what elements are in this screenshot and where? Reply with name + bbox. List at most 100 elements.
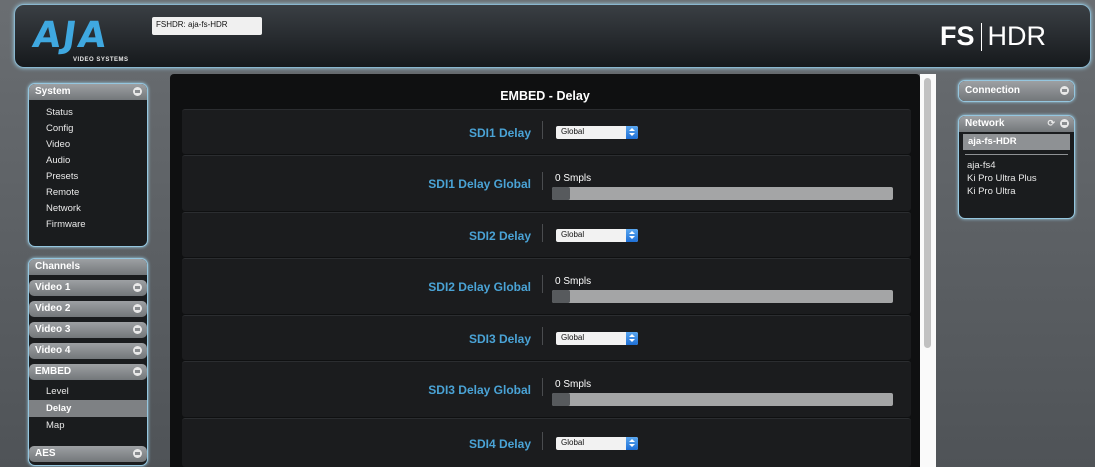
select-arrows-icon[interactable] xyxy=(626,126,638,139)
system-item-video[interactable]: Video xyxy=(29,137,147,153)
slider-thumb[interactable] xyxy=(552,290,570,303)
sdi2-delay-select[interactable]: Global xyxy=(556,229,638,242)
connection-panel-title: Connection xyxy=(965,85,1020,96)
main-scrollbar[interactable] xyxy=(920,74,936,467)
gear-icon[interactable] xyxy=(133,449,142,458)
logo-text: AJA xyxy=(30,15,112,56)
slider-thumb[interactable] xyxy=(552,393,570,406)
system-item-presets[interactable]: Presets xyxy=(29,169,147,185)
channel-label: Video 2 xyxy=(35,303,71,314)
app-window: AJA VIDEO SYSTEMS FSHDR: aja-fs-HDR FS H… xyxy=(0,0,1095,467)
gear-icon[interactable] xyxy=(1060,119,1069,128)
param-label: SDI2 Delay xyxy=(468,229,531,243)
network-device-list: aja-fs4 Ki Pro Ultra Plus Ki Pro Ultra xyxy=(959,155,1074,198)
network-device-item[interactable]: Ki Pro Ultra xyxy=(959,185,1074,198)
sdi3-delay-select[interactable]: Global xyxy=(556,332,638,345)
param-label: SDI3 Delay Global xyxy=(428,383,531,397)
system-item-audio[interactable]: Audio xyxy=(29,153,147,169)
channel-label: Video 1 xyxy=(35,282,71,293)
system-item-firmware[interactable]: Firmware xyxy=(29,217,147,233)
gear-icon[interactable] xyxy=(133,87,142,96)
sdi1-delay-global-slider[interactable] xyxy=(552,187,893,200)
system-panel: System Status Config Video Audio Presets… xyxy=(28,83,148,247)
sdi4-delay-select[interactable]: Global xyxy=(556,437,638,450)
param-row: SDI1 Delay Global xyxy=(182,109,911,154)
slider-thumb[interactable] xyxy=(552,187,570,200)
scrollbar-thumb[interactable] xyxy=(924,78,931,348)
param-label: SDI3 Delay xyxy=(468,332,531,346)
channels-panel-title: Channels xyxy=(35,261,81,272)
slider-value: 0 Smpls xyxy=(555,173,592,184)
gear-icon[interactable] xyxy=(133,367,142,376)
slider-value: 0 Smpls xyxy=(555,276,592,287)
param-row: SDI2 Delay Global xyxy=(182,212,911,257)
divider xyxy=(542,172,543,190)
product-brand: FS HDR xyxy=(940,21,1046,52)
slider-value: 0 Smpls xyxy=(555,379,592,390)
system-panel-title: System xyxy=(35,86,71,97)
param-label: SDI4 Delay xyxy=(468,437,531,451)
channels-panel-header: Channels xyxy=(29,259,147,275)
sdi3-delay-global-slider[interactable] xyxy=(552,393,893,406)
network-panel: Network ⟳ aja-fs-HDR aja-fs4 Ki Pro Ultr… xyxy=(958,115,1075,219)
select-value: Global xyxy=(561,438,585,447)
system-item-remote[interactable]: Remote xyxy=(29,185,147,201)
logo-subtext: VIDEO SYSTEMS xyxy=(73,57,129,63)
channel-label: EMBED xyxy=(35,366,72,377)
channel-video-4[interactable]: Video 4 xyxy=(29,343,147,359)
channel-aes[interactable]: AES xyxy=(29,446,147,462)
param-label: SDI1 Delay xyxy=(468,126,531,140)
divider xyxy=(542,327,543,345)
channel-label: AES xyxy=(35,448,56,459)
gear-icon[interactable] xyxy=(133,325,142,334)
select-value: Global xyxy=(561,127,585,136)
param-row: SDI4 Delay Global xyxy=(182,418,911,467)
sdi2-delay-global-slider[interactable] xyxy=(552,290,893,303)
param-row: SDI2 Delay Global 0 Smpls xyxy=(182,258,911,314)
brand-separator xyxy=(980,22,982,51)
select-arrows-icon[interactable] xyxy=(626,437,638,450)
embed-item-level[interactable]: Level xyxy=(29,383,147,400)
channel-video-3[interactable]: Video 3 xyxy=(29,322,147,338)
channel-video-2[interactable]: Video 2 xyxy=(29,301,147,317)
divider xyxy=(542,224,543,242)
divider xyxy=(542,121,543,139)
network-device-item[interactable]: aja-fs4 xyxy=(959,159,1074,172)
network-panel-title: Network xyxy=(965,118,1005,129)
param-label: SDI1 Delay Global xyxy=(428,177,531,191)
channel-label: Video 3 xyxy=(35,324,71,335)
embed-item-map[interactable]: Map xyxy=(29,417,147,434)
divider xyxy=(542,378,543,396)
divider xyxy=(542,432,543,450)
network-selected-device[interactable]: aja-fs-HDR xyxy=(963,134,1070,150)
main-content: EMBED - Delay SDI1 Delay Global SDI1 Del… xyxy=(170,74,920,467)
brand-hdr: HDR xyxy=(987,21,1047,51)
gear-icon[interactable] xyxy=(133,346,142,355)
embed-submenu: Level Delay Map xyxy=(29,383,147,434)
aja-logo: AJA VIDEO SYSTEMS xyxy=(30,15,153,63)
divider xyxy=(542,275,543,293)
gear-icon[interactable] xyxy=(1060,86,1069,95)
channel-label: Video 4 xyxy=(35,345,71,356)
system-item-config[interactable]: Config xyxy=(29,121,147,137)
gear-icon[interactable] xyxy=(133,283,142,292)
embed-item-delay[interactable]: Delay xyxy=(29,400,147,417)
system-item-status[interactable]: Status xyxy=(29,105,147,121)
param-row: SDI3 Delay Global xyxy=(182,315,911,360)
system-panel-header[interactable]: System xyxy=(29,84,147,100)
select-arrows-icon[interactable] xyxy=(626,229,638,242)
system-menu: Status Config Video Audio Presets Remote… xyxy=(29,100,147,233)
header-bar: AJA VIDEO SYSTEMS FSHDR: aja-fs-HDR FS H… xyxy=(14,4,1091,68)
refresh-icon[interactable]: ⟳ xyxy=(1047,119,1055,128)
param-label: SDI2 Delay Global xyxy=(428,280,531,294)
gear-icon[interactable] xyxy=(133,304,142,313)
system-item-network[interactable]: Network xyxy=(29,201,147,217)
connection-panel-header[interactable]: Connection xyxy=(959,81,1074,101)
network-device-item[interactable]: Ki Pro Ultra Plus xyxy=(959,172,1074,185)
channel-embed[interactable]: EMBED xyxy=(29,364,147,380)
channel-video-1[interactable]: Video 1 xyxy=(29,280,147,296)
sdi1-delay-select[interactable]: Global xyxy=(556,126,638,139)
select-arrows-icon[interactable] xyxy=(626,332,638,345)
select-value: Global xyxy=(561,333,585,342)
brand-fs: FS xyxy=(939,21,975,51)
